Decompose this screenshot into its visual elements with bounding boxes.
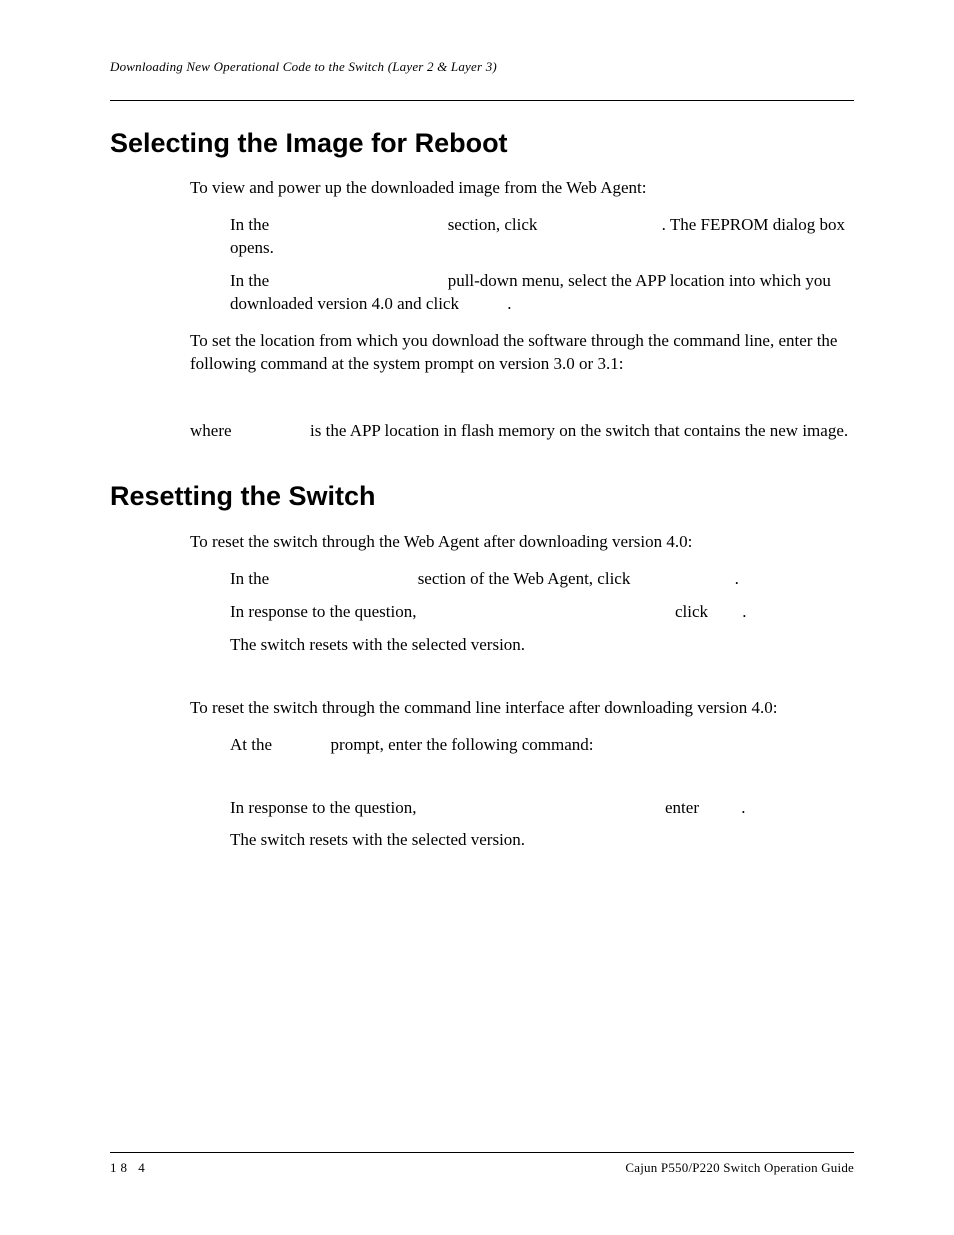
select-intro: To view and power up the downloaded imag… — [190, 177, 854, 200]
reset-cli-intro: To reset the switch through the command … — [190, 697, 854, 720]
text: . — [741, 798, 745, 817]
reset-web-step-2: In response to the question, click . — [230, 601, 854, 624]
text: In the — [230, 215, 273, 234]
reset-cli-step-2: In response to the question, enter . — [230, 797, 854, 820]
reset-web-step-3: The switch resets with the selected vers… — [230, 634, 854, 657]
text: pull-down menu, select the APP location … — [230, 271, 831, 313]
text: is the APP location in flash memory on t… — [306, 421, 848, 440]
section-title-select: Selecting the Image for Reboot — [110, 125, 854, 161]
text: In response to the question, — [230, 602, 421, 621]
text: In the — [230, 271, 273, 290]
page: Downloading New Operational Code to the … — [0, 0, 954, 1235]
select-step-1: In the section, click . The FEPROM dialo… — [230, 214, 854, 260]
text: click — [671, 602, 713, 621]
section-title-reset: Resetting the Switch — [110, 478, 854, 514]
text: prompt, enter the following command: — [326, 735, 593, 754]
select-cli-intro: To set the location from which you downl… — [190, 330, 854, 376]
text: In response to the question, — [230, 798, 421, 817]
reset-web-step-1: In the section of the Web Agent, click . — [230, 568, 854, 591]
header-rule — [110, 100, 854, 101]
text: where — [190, 421, 236, 440]
text: . — [735, 569, 739, 588]
reset-cli-step-3: The switch resets with the selected vers… — [230, 829, 854, 852]
text: section of the Web Agent, click — [413, 569, 634, 588]
text: enter — [661, 798, 703, 817]
footer-rule — [110, 1152, 854, 1153]
reset-cli-step-1: At the prompt, enter the following comma… — [230, 734, 854, 757]
reset-web-intro: To reset the switch through the Web Agen… — [190, 531, 854, 554]
text: . — [507, 294, 511, 313]
doc-title-footer: Cajun P550/P220 Switch Operation Guide — [625, 1159, 854, 1177]
page-footer: 18 4 Cajun P550/P220 Switch Operation Gu… — [110, 1152, 854, 1177]
text: In the — [230, 569, 273, 588]
text: At the — [230, 735, 276, 754]
running-header: Downloading New Operational Code to the … — [110, 58, 854, 76]
select-step-2: In the pull-down menu, select the APP lo… — [230, 270, 854, 316]
text: . — [742, 602, 746, 621]
page-number: 18 4 — [110, 1159, 149, 1177]
text: section, click — [443, 215, 541, 234]
select-where: where is the APP location in flash memor… — [190, 420, 854, 443]
